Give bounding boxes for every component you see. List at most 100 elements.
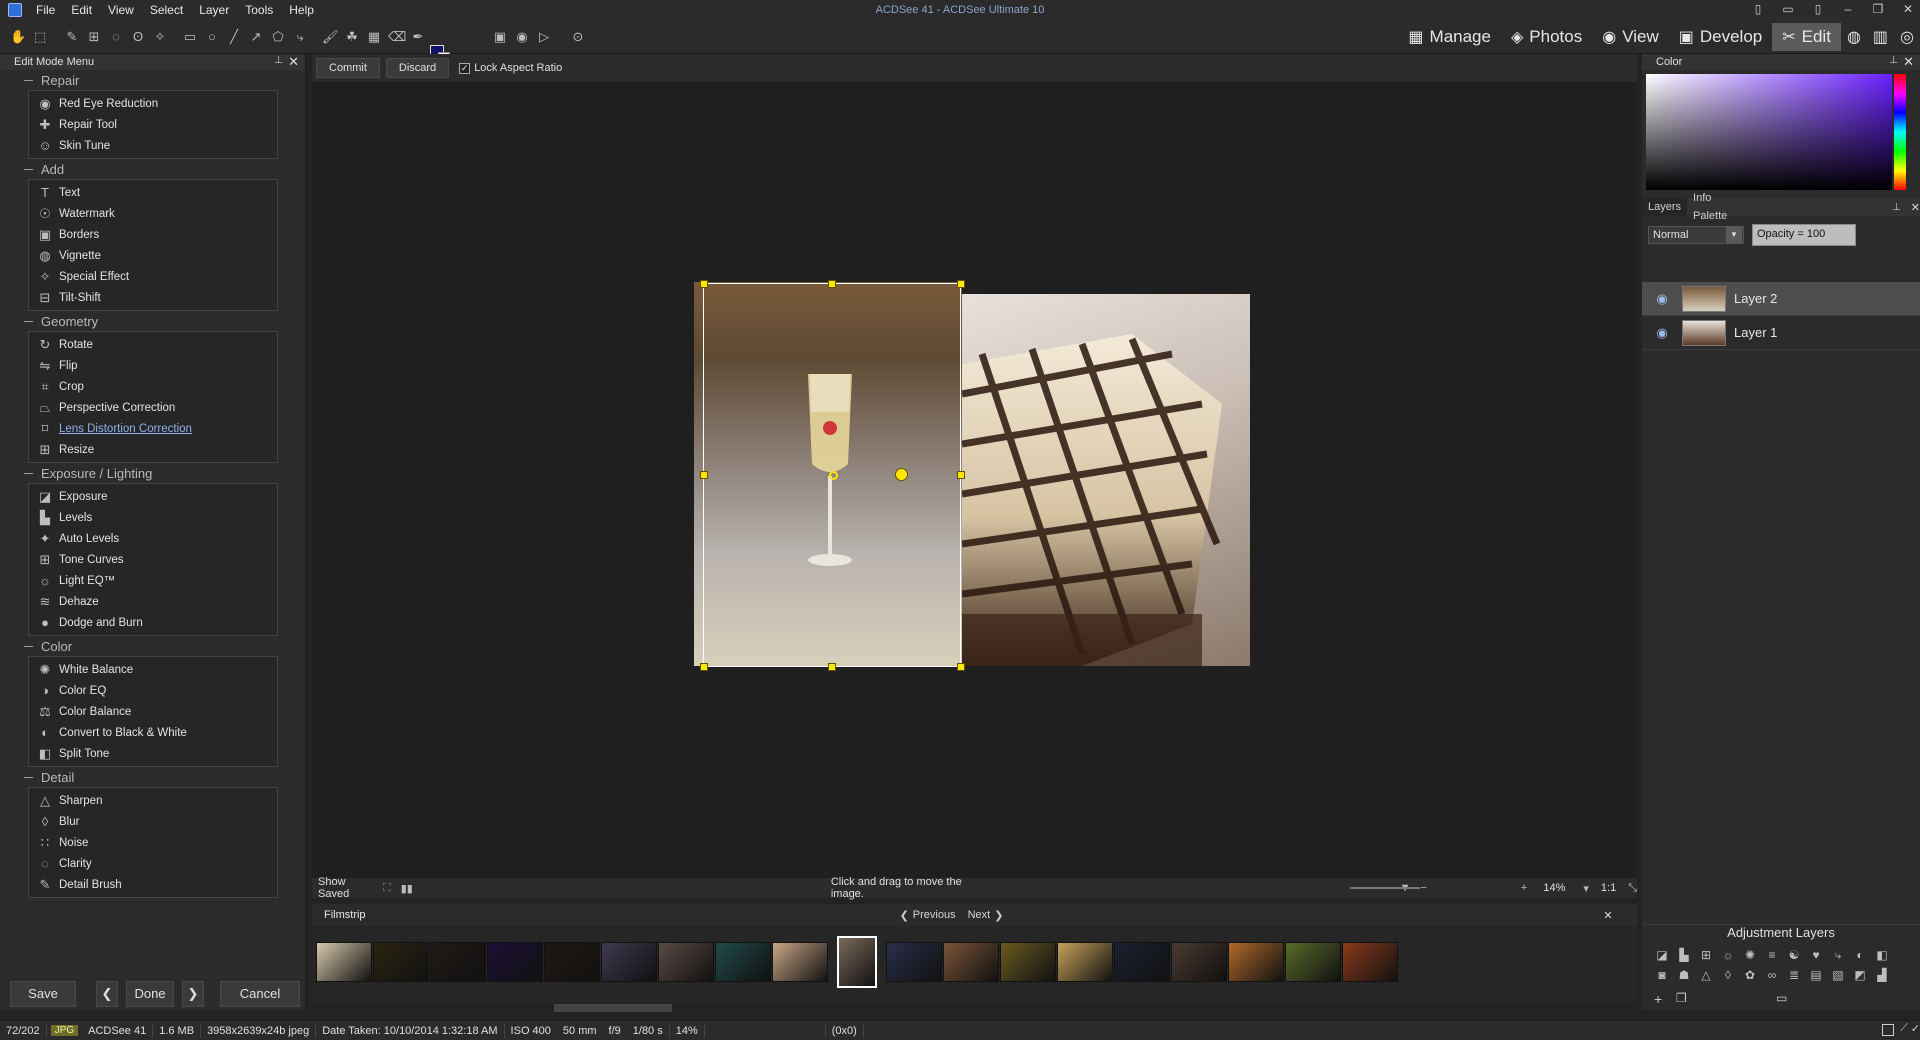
collapse-icon[interactable] (24, 472, 33, 474)
group-header[interactable]: Geometry (24, 311, 278, 331)
tool-white-balance[interactable]: ✺ White Balance (29, 659, 277, 680)
split-tone-adj-icon[interactable]: ◐ (1852, 947, 1868, 963)
filmstrip-thumbnail[interactable] (943, 942, 999, 982)
tool-color-balance[interactable]: ⚖ Color Balance (29, 701, 277, 722)
menu-file[interactable]: File (28, 0, 63, 20)
handle-right[interactable] (957, 471, 965, 479)
save-button[interactable]: Save (10, 981, 76, 1007)
previous-button[interactable]: Previous (913, 909, 956, 921)
filmstrip-thumbnail[interactable] (886, 942, 942, 982)
tool-resize[interactable]: ⊞ Resize (29, 439, 277, 460)
hand-tool-icon[interactable]: ✋ (10, 29, 26, 45)
tool-lens-distortion-correction[interactable]: ⌑ Lens Distortion Correction (29, 418, 277, 439)
play-icon[interactable]: ▷ (536, 29, 552, 45)
curve-icon[interactable]: ⤷ (292, 29, 308, 45)
collapse-icon[interactable] (24, 320, 33, 322)
group-header[interactable]: Color (24, 636, 278, 656)
magic-wand-icon[interactable]: ✧ (152, 29, 168, 45)
previous-chevron-icon[interactable]: ❮ (900, 909, 909, 922)
restore-icon[interactable]: ❐ (1870, 2, 1886, 16)
stop-icon[interactable]: ▣ (492, 29, 508, 45)
tool-red-eye-reduction[interactable]: ◉ Red Eye Reduction (29, 93, 277, 114)
collapse-icon[interactable] (24, 776, 33, 778)
fullscreen-icon[interactable]: ⛶ (383, 882, 391, 895)
arrow-line-icon[interactable]: ↗ (248, 29, 264, 45)
photo-filter-adj-icon[interactable]: ♥ (1808, 947, 1824, 963)
zoom-menu-icon[interactable]: ▾ (1583, 882, 1589, 895)
filmstrip-thumbnail[interactable] (430, 942, 486, 982)
move-tool-icon[interactable]: ⬚ (32, 29, 48, 45)
delete-layer-icon[interactable]: ▭ (1776, 991, 1787, 1005)
hue-slider[interactable] (1894, 74, 1906, 190)
mode-develop[interactable]: ▣ Develop (1669, 23, 1773, 51)
clarity-adj-icon[interactable]: ∞ (1764, 967, 1780, 983)
white-balance-adj-icon[interactable]: ≡ (1764, 947, 1780, 963)
close-window-icon[interactable]: ✕ (1900, 2, 1916, 16)
group-header[interactable]: Exposure / Lighting (24, 463, 278, 483)
menu-help[interactable]: Help (281, 0, 322, 20)
pin-icon[interactable]: ⊥ (1892, 202, 1901, 213)
collapse-icon[interactable] (24, 79, 33, 81)
tool-convert-to-black-white[interactable]: ◐ Convert to Black & White (29, 722, 277, 743)
mode-edit[interactable]: ✂ Edit (1772, 23, 1841, 51)
blur-adj-icon[interactable]: ◊ (1720, 967, 1736, 983)
vignette-adj-icon[interactable]: ◧ (1874, 947, 1890, 963)
rotation-handle[interactable] (895, 468, 908, 481)
tab-info-palette[interactable]: Info Palette (1687, 189, 1752, 225)
add-layer-icon[interactable]: + (1654, 991, 1662, 1007)
collapse-icon[interactable] (24, 645, 33, 647)
tool-watermark[interactable]: ☉ Watermark (29, 203, 277, 224)
ellipse-select-icon[interactable]: ○ (204, 29, 220, 45)
lasso-icon[interactable]: ʘ (130, 29, 146, 45)
tool-auto-levels[interactable]: ✦ Auto Levels (29, 528, 277, 549)
close-filmstrip-icon[interactable]: ✕ (1603, 909, 1612, 922)
invert-adj-icon[interactable]: ▧ (1830, 967, 1846, 983)
next-button[interactable]: Next (968, 909, 991, 921)
skin-adj-icon[interactable]: ☗ (1676, 967, 1692, 983)
filmstrip-scrollbar[interactable] (318, 1003, 1630, 1013)
lock-aspect-ratio-checkbox[interactable]: ✓ Lock Aspect Ratio (459, 62, 562, 74)
close-color-panel-icon[interactable]: ✕ (1903, 54, 1914, 70)
pen-icon[interactable]: ✎ (64, 29, 80, 45)
tool-detail-brush[interactable]: ✎ Detail Brush (29, 874, 277, 895)
layer-2-image-champagne[interactable] (694, 282, 962, 666)
menu-layer[interactable]: Layer (191, 0, 237, 20)
filmstrip-thumbnail[interactable] (316, 942, 372, 982)
tool-split-tone[interactable]: ◧ Split Tone (29, 743, 277, 764)
visibility-eye-icon[interactable]: ◉ (1652, 291, 1672, 307)
layer-row-1[interactable]: ◉ Layer 1 (1642, 316, 1920, 350)
next-chevron-icon[interactable]: ❯ (994, 909, 1003, 922)
filmstrip-thumbnail[interactable] (658, 942, 714, 982)
layer-row-2[interactable]: ◉ Layer 2 (1642, 282, 1920, 316)
zoom-in-icon[interactable]: + (1521, 882, 1527, 894)
discard-button[interactable]: Discard (385, 58, 450, 78)
special-fx-adj-icon[interactable]: ◙ (1654, 967, 1670, 983)
mode-online[interactable]: ◎ (1894, 23, 1920, 51)
hsl-adj-icon[interactable]: ≣ (1786, 967, 1802, 983)
actual-size-button[interactable]: 1:1 (1601, 882, 1616, 894)
tool-borders[interactable]: ▣ Borders (29, 224, 277, 245)
group-header[interactable]: Add (24, 159, 278, 179)
histogram-icon[interactable]: ▮▮ (401, 882, 413, 895)
tool-perspective-correction[interactable]: ⏢ Perspective Correction (29, 397, 277, 418)
handle-bottom-right[interactable] (957, 663, 965, 671)
eraser-icon[interactable]: ⌫ (388, 29, 406, 45)
mode-manage[interactable]: ▦ Manage (1398, 23, 1501, 51)
commit-button[interactable]: Commit (316, 58, 380, 78)
tool-levels[interactable]: ▙ Levels (29, 507, 277, 528)
tool-light-eq[interactable]: ☼ Light EQ™ (29, 570, 277, 591)
group-header[interactable]: Repair (24, 70, 278, 90)
transform-icon[interactable]: ⊞ (86, 29, 102, 45)
bw-adj-icon[interactable]: ⤷ (1830, 947, 1846, 963)
check-icon[interactable]: ✓ (1911, 1022, 1920, 1035)
visibility-eye-icon[interactable]: ◉ (1652, 325, 1672, 341)
layout-bottom-icon[interactable]: ▭ (1780, 2, 1796, 16)
filmstrip-thumbnail[interactable] (1285, 942, 1341, 982)
handle-bottom-left[interactable] (700, 663, 708, 671)
tool-clarity[interactable]: ◌ Clarity (29, 853, 277, 874)
levels-adj-icon[interactable]: ▙ (1676, 947, 1692, 963)
collapse-icon[interactable] (24, 168, 33, 170)
duplicate-layer-icon[interactable]: ❐ (1676, 991, 1687, 1005)
pin-icon[interactable]: ⊥ (1889, 55, 1898, 66)
filmstrip-thumbnail[interactable] (1228, 942, 1284, 982)
